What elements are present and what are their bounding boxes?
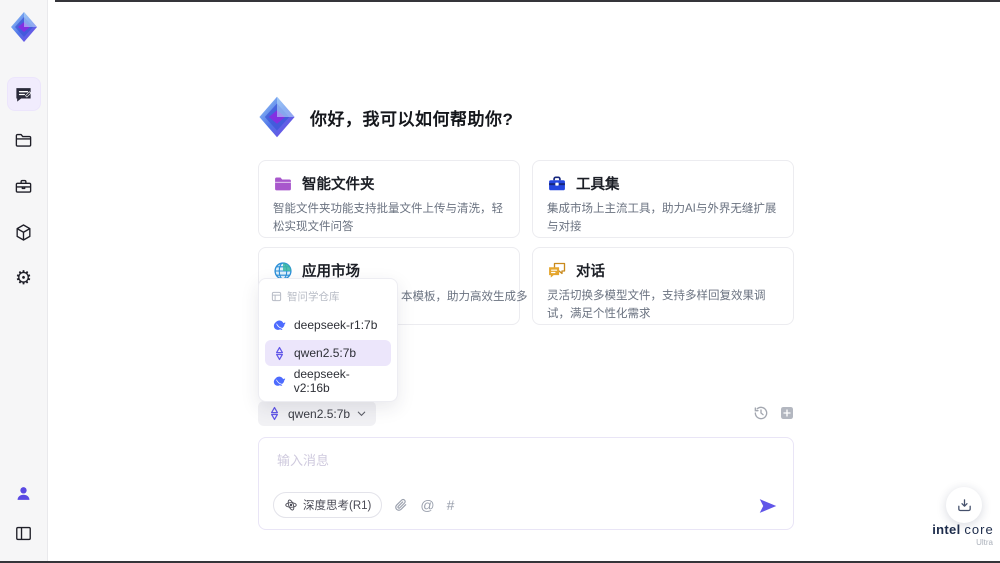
deep-think-toggle[interactable]: 深度思考(R1) — [273, 492, 383, 518]
deep-think-label: 深度思考(R1) — [303, 500, 372, 512]
cube-icon — [16, 223, 31, 241]
sidebar-item-collapse-panel[interactable] — [8, 517, 40, 549]
sidebar-item-settings[interactable]: ⚙ — [8, 262, 40, 294]
card-smart-folder[interactable]: 智能文件夹 智能文件夹功能支持批量文件上传与清洗，轻松实现文件问答 — [258, 160, 520, 238]
dialog-icon — [549, 262, 566, 278]
qwen-icon — [271, 406, 278, 421]
toolset-icon — [549, 176, 565, 190]
smart-folder-icon — [275, 177, 291, 190]
folder-icon — [15, 133, 32, 147]
history-button[interactable] — [752, 404, 769, 421]
model-option-deepseek-r1[interactable]: deepseek-r1:7b — [265, 312, 391, 338]
gear-icon: ⚙ — [14, 267, 33, 289]
model-selector[interactable]: qwen2.5:7b — [258, 401, 377, 426]
new-chat-icon — [780, 406, 793, 419]
repository-icon — [271, 291, 282, 302]
window-top-edge — [55, 0, 1000, 2]
model-option-label: deepseek-v2:16b — [293, 367, 350, 395]
intel-core-badge: intel core Ultra — [929, 522, 997, 547]
greeting-logo-icon — [259, 96, 295, 138]
card-toolset[interactable]: 工具集 集成市场上主流工具，助力AI与外界无缝扩展与对接 — [532, 160, 794, 238]
qwen-icon — [276, 346, 283, 360]
deepseek-icon — [273, 320, 286, 330]
model-dropdown-menu: 智问学仓库 deepseek-r1:7b qwen2.5:7b deepseek… — [258, 278, 398, 402]
model-dropdown-header-label: 智问学仓库 — [287, 291, 340, 303]
main-content: 你好，我可以如何帮助你? 智能文件夹 智能文件夹功能支持批量文件上传与清洗，轻松… — [258, 0, 794, 563]
chat-icon — [16, 87, 32, 102]
send-icon — [759, 499, 777, 513]
history-icon — [754, 406, 767, 419]
greeting-title: 你好，我可以如何帮助你? — [310, 109, 514, 129]
panel-icon — [16, 526, 31, 540]
model-option-deepseek-v2[interactable]: deepseek-v2:16b — [265, 367, 391, 395]
model-selector-value: qwen2.5:7b — [288, 406, 351, 421]
sidebar-item-models[interactable] — [8, 216, 40, 248]
sidebar-item-folders[interactable] — [8, 124, 40, 156]
chevron-down-icon — [357, 411, 366, 417]
sidebar-item-account[interactable] — [8, 477, 40, 509]
download-icon — [957, 498, 971, 511]
sidebar-item-chat[interactable] — [7, 78, 40, 110]
card-title: 智能文件夹 — [302, 177, 375, 193]
model-option-label: qwen2.5:7b — [294, 346, 357, 360]
hash-command-icon[interactable]: # — [447, 498, 455, 512]
greeting-row: 你好，我可以如何帮助你? — [254, 94, 513, 140]
toolbox-icon — [15, 179, 32, 193]
card-title: 工具集 — [576, 177, 620, 193]
message-composer: 深度思考(R1) @ # — [258, 437, 794, 530]
model-option-label: deepseek-r1:7b — [294, 318, 378, 332]
card-dialog[interactable]: 对话 灵活切换多模型文件，支持多样回复效果调试，满足个性化需求 — [532, 247, 794, 325]
app-logo-icon — [7, 10, 41, 44]
intel-logo-text: intel — [932, 522, 961, 537]
model-option-qwen[interactable]: qwen2.5:7b — [265, 340, 391, 366]
download-fab[interactable] — [946, 487, 982, 523]
new-chat-button[interactable] — [778, 404, 795, 421]
deepseek-icon — [273, 376, 286, 386]
mention-icon[interactable]: @ — [420, 498, 434, 512]
card-description: 集成市场上主流工具，助力AI与外界无缝扩展与对接 — [547, 203, 777, 233]
card-description-partial: 本模板，助力高效生成多 — [401, 291, 528, 303]
composer-toolbar: 深度思考(R1) @ # — [273, 492, 454, 518]
card-description: 灵活切换多模型文件，支持多样回复效果调试，满足个性化需求 — [547, 290, 766, 320]
sidebar-item-toolbox[interactable] — [8, 170, 40, 202]
atom-icon — [285, 499, 297, 511]
attachment-icon[interactable] — [394, 498, 408, 512]
card-description: 智能文件夹功能支持批量文件上传与清洗，轻松实现文件问答 — [273, 203, 503, 233]
card-title: 对话 — [576, 264, 605, 280]
intel-sub-label: Ultra — [976, 538, 993, 547]
sidebar: ⚙ — [0, 0, 48, 563]
user-icon — [17, 486, 30, 500]
message-input[interactable] — [275, 448, 779, 492]
model-dropdown-header: 智问学仓库 — [265, 286, 391, 310]
core-logo-text: core — [964, 522, 994, 537]
send-button[interactable] — [757, 495, 779, 517]
